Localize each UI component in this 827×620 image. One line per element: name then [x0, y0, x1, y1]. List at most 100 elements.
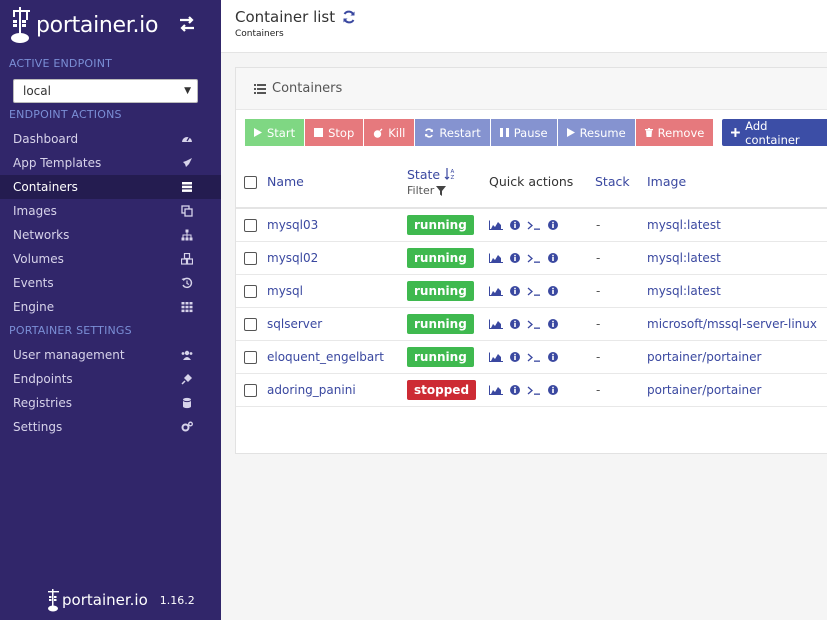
terminal-icon[interactable]	[527, 286, 541, 296]
image-link[interactable]: microsoft/mssql-server-linux	[647, 317, 817, 331]
sidebar-item-volumes[interactable]: Volumes	[0, 247, 221, 271]
image-link[interactable]: mysql:latest	[647, 218, 721, 232]
containers-table: Name State AZ Filter Quick actions Stack…	[236, 156, 827, 407]
stats-icon[interactable]	[489, 253, 503, 263]
remove-button[interactable]: Remove	[635, 119, 714, 146]
endpoint-select[interactable]: local ▼	[13, 79, 198, 103]
exchange-icon[interactable]	[177, 15, 197, 33]
column-header-state[interactable]: State AZ	[407, 166, 489, 184]
row-checkbox[interactable]	[244, 383, 257, 397]
table-row: mysql03 running - mysql:latest	[236, 208, 827, 242]
portainer-logo[interactable]: portainer.io	[10, 6, 158, 44]
play-icon	[254, 128, 262, 137]
sidebar-item-label: User management	[13, 348, 125, 362]
container-name-link[interactable]: eloquent_engelbart	[267, 350, 384, 364]
pause-button[interactable]: Pause	[490, 119, 557, 146]
sidebar-item-images[interactable]: Images	[0, 199, 221, 223]
kill-button[interactable]: Kill	[364, 119, 415, 146]
image-link[interactable]: mysql:latest	[647, 284, 721, 298]
inspect-info-icon[interactable]	[548, 384, 558, 395]
image-link[interactable]: portainer/portainer	[647, 350, 761, 364]
info-circle-icon[interactable]	[510, 384, 520, 395]
sort-alpha-icon: AZ	[444, 168, 455, 181]
sidebar-item-label: Dashboard	[13, 132, 79, 146]
restart-button[interactable]: Restart	[415, 119, 490, 146]
terminal-icon[interactable]	[527, 253, 541, 263]
status-badge: running	[407, 346, 474, 367]
info-circle-icon[interactable]	[510, 285, 520, 296]
column-header-stack[interactable]: Stack	[595, 174, 630, 189]
terminal-icon[interactable]	[527, 352, 541, 362]
start-button[interactable]: Start	[245, 119, 305, 146]
row-checkbox[interactable]	[244, 317, 257, 331]
stats-icon[interactable]	[489, 319, 503, 329]
add-container-button[interactable]: Add container	[722, 119, 827, 147]
sidebar-item-user-management[interactable]: User management	[0, 343, 221, 367]
clone-icon	[181, 205, 193, 217]
terminal-icon[interactable]	[527, 385, 541, 395]
container-name-link[interactable]: mysql02	[267, 251, 318, 265]
container-name-link[interactable]: adoring_panini	[267, 383, 356, 397]
refresh-icon[interactable]	[342, 10, 356, 24]
sidebar-item-label: Settings	[13, 420, 63, 434]
plug-icon	[181, 374, 192, 385]
footer-brand-name: portainer.io	[62, 591, 148, 609]
sidebar-item-label: Images	[13, 204, 57, 218]
restart-button-label: Restart	[439, 125, 481, 140]
dashboard-icon	[182, 136, 192, 142]
info-circle-icon[interactable]	[510, 219, 520, 230]
inspect-info-icon[interactable]	[548, 318, 558, 329]
sidebar-item-engine[interactable]: Engine	[0, 295, 221, 319]
remove-button-label: Remove	[657, 125, 705, 140]
table-row: sqlserver running - microsoft/mssql-serv…	[236, 307, 827, 341]
info-circle-icon[interactable]	[510, 252, 520, 263]
row-checkbox[interactable]	[244, 350, 257, 364]
refresh-icon	[425, 127, 434, 138]
stack-value: -	[596, 250, 601, 265]
sidebar-item-networks[interactable]: Networks	[0, 223, 221, 247]
stats-icon[interactable]	[489, 352, 503, 362]
stats-icon[interactable]	[489, 286, 503, 296]
resume-button[interactable]: Resume	[557, 119, 635, 146]
footer-logo: portainer.io	[47, 588, 148, 612]
row-checkbox[interactable]	[244, 251, 257, 265]
stop-button[interactable]: Stop	[305, 119, 364, 146]
column-header-name[interactable]: Name	[267, 174, 304, 189]
rocket-icon	[183, 158, 192, 167]
page-title-text: Container list	[235, 8, 336, 26]
row-checkbox[interactable]	[244, 284, 257, 298]
inspect-info-icon[interactable]	[548, 252, 558, 263]
panel-header: Containers	[236, 68, 827, 110]
quick-actions	[489, 384, 595, 395]
table-row: adoring_panini stopped - portainer/porta…	[236, 373, 827, 407]
sidebar-item-endpoints[interactable]: Endpoints	[0, 367, 221, 391]
th-icon	[181, 302, 193, 313]
container-name-link[interactable]: mysql03	[267, 218, 318, 232]
sidebar-item-app-templates[interactable]: App Templates	[0, 151, 221, 175]
sidebar-item-events[interactable]: Events	[0, 271, 221, 295]
info-circle-icon[interactable]	[510, 318, 520, 329]
info-circle-icon[interactable]	[510, 351, 520, 362]
trash-icon	[644, 128, 653, 137]
sidebar-item-settings[interactable]: Settings	[0, 415, 221, 439]
sidebar-item-registries[interactable]: Registries	[0, 391, 221, 415]
inspect-info-icon[interactable]	[548, 285, 558, 296]
container-name-link[interactable]: mysql	[267, 284, 303, 298]
sidebar-item-dashboard[interactable]: Dashboard	[0, 127, 221, 151]
crane-logo-icon	[11, 7, 30, 43]
image-link[interactable]: mysql:latest	[647, 251, 721, 265]
row-checkbox[interactable]	[244, 218, 257, 232]
stats-icon[interactable]	[489, 385, 503, 395]
sidebar-item-containers[interactable]: Containers	[0, 175, 221, 199]
column-header-image[interactable]: Image	[647, 174, 686, 189]
state-filter[interactable]: Filter	[407, 184, 489, 197]
image-link[interactable]: portainer/portainer	[647, 383, 761, 397]
container-name-link[interactable]: sqlserver	[267, 317, 322, 331]
filter-label: Filter	[407, 184, 435, 197]
terminal-icon[interactable]	[527, 319, 541, 329]
select-all-checkbox[interactable]	[244, 176, 257, 189]
inspect-info-icon[interactable]	[548, 219, 558, 230]
inspect-info-icon[interactable]	[548, 351, 558, 362]
stats-icon[interactable]	[489, 220, 503, 230]
terminal-icon[interactable]	[527, 220, 541, 230]
